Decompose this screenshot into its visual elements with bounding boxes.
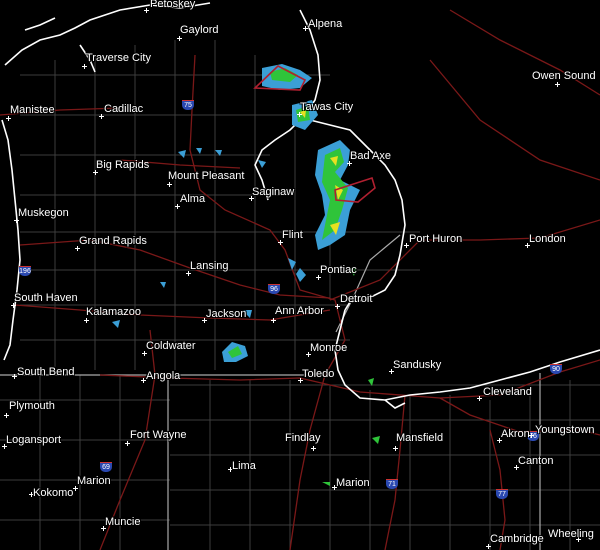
city-label: Toledo	[302, 368, 335, 380]
city-label: Alpena	[308, 18, 343, 30]
city-marker	[125, 441, 130, 446]
city-label: Pontiac	[320, 264, 357, 276]
city-label: Alma	[180, 193, 206, 205]
city-label: Muncie	[105, 516, 141, 528]
city-label: Cleveland	[483, 386, 532, 398]
city-label: Ann Arbor	[275, 305, 324, 317]
city-label: Lima	[232, 460, 256, 472]
city-label: Bad Axe	[350, 150, 391, 162]
city-label: South Bend	[17, 366, 75, 378]
city-marker	[529, 433, 534, 438]
city-label: Angola	[146, 370, 181, 382]
city-label: Detroit	[340, 293, 373, 305]
city-label: Wheeling	[548, 528, 594, 540]
city-label: Flint	[282, 229, 303, 241]
interstate-shield: 75	[182, 100, 194, 110]
city-label: Akron	[501, 428, 530, 440]
city-label: Mansfield	[396, 432, 444, 444]
city-label: London	[529, 233, 566, 245]
city-marker	[477, 396, 482, 401]
city-marker	[393, 446, 398, 451]
city-label: Fort Wayne	[130, 429, 187, 441]
city-marker	[311, 446, 316, 451]
city-label: Youngstown	[535, 424, 595, 436]
city-label: Plymouth	[9, 400, 55, 412]
map-canvas	[0, 2, 600, 550]
city-label: Kalamazoo	[86, 306, 142, 318]
city-label: Findlay	[285, 432, 321, 444]
city-label: Marion	[336, 477, 370, 489]
city-label: Sandusky	[393, 359, 442, 371]
city-marker	[82, 64, 87, 69]
city-label: South Haven	[14, 292, 78, 304]
city-marker	[6, 116, 11, 121]
state-borders	[0, 234, 541, 550]
city-marker	[84, 318, 89, 323]
city-label: Saginaw	[252, 186, 295, 198]
city-label: Grand Rapids	[79, 235, 147, 247]
interstate-shield: 196	[19, 266, 31, 276]
city-marker	[177, 36, 182, 41]
city-label: Mount Pleasant	[168, 170, 245, 182]
city-label: Monroe	[310, 342, 348, 354]
city-label: Big Rapids	[96, 159, 150, 171]
city-marker	[4, 413, 9, 418]
city-label: Petoskey	[150, 0, 196, 10]
city-label: Cambridge	[490, 533, 544, 545]
city-label: Owen Sound	[532, 70, 596, 82]
city-marker	[271, 318, 276, 323]
interstate-shield: 77	[496, 489, 508, 499]
city-label: Manistee	[10, 104, 55, 116]
city-label: Logansport	[6, 434, 62, 446]
city-label: Cadillac	[104, 103, 144, 115]
interstate-shield: 96	[268, 284, 280, 294]
radar-map: 75 196 96 69 71 77 90 76 Petoskey Gaylor…	[0, 0, 600, 550]
city-label: Port Huron	[409, 233, 463, 245]
interstate-shield: 90	[550, 364, 562, 374]
city-label: Traverse City	[86, 52, 151, 64]
city-label: Marion	[77, 475, 111, 487]
city-label: Gaylord	[180, 24, 219, 36]
city-label: Coldwater	[146, 340, 196, 352]
city-marker	[167, 182, 172, 187]
city-marker	[555, 82, 560, 87]
city-label: Muskegon	[18, 207, 69, 219]
interstate-shield: 69	[100, 462, 112, 472]
city-marker	[144, 8, 149, 13]
interstate-shield: 71	[386, 479, 398, 489]
city-label: Lansing	[190, 260, 229, 272]
city-label: Jackson	[206, 308, 247, 320]
city-label: Kokomo	[33, 487, 74, 499]
city-label: Tawas City	[300, 101, 354, 113]
city-label: Canton	[518, 455, 554, 467]
